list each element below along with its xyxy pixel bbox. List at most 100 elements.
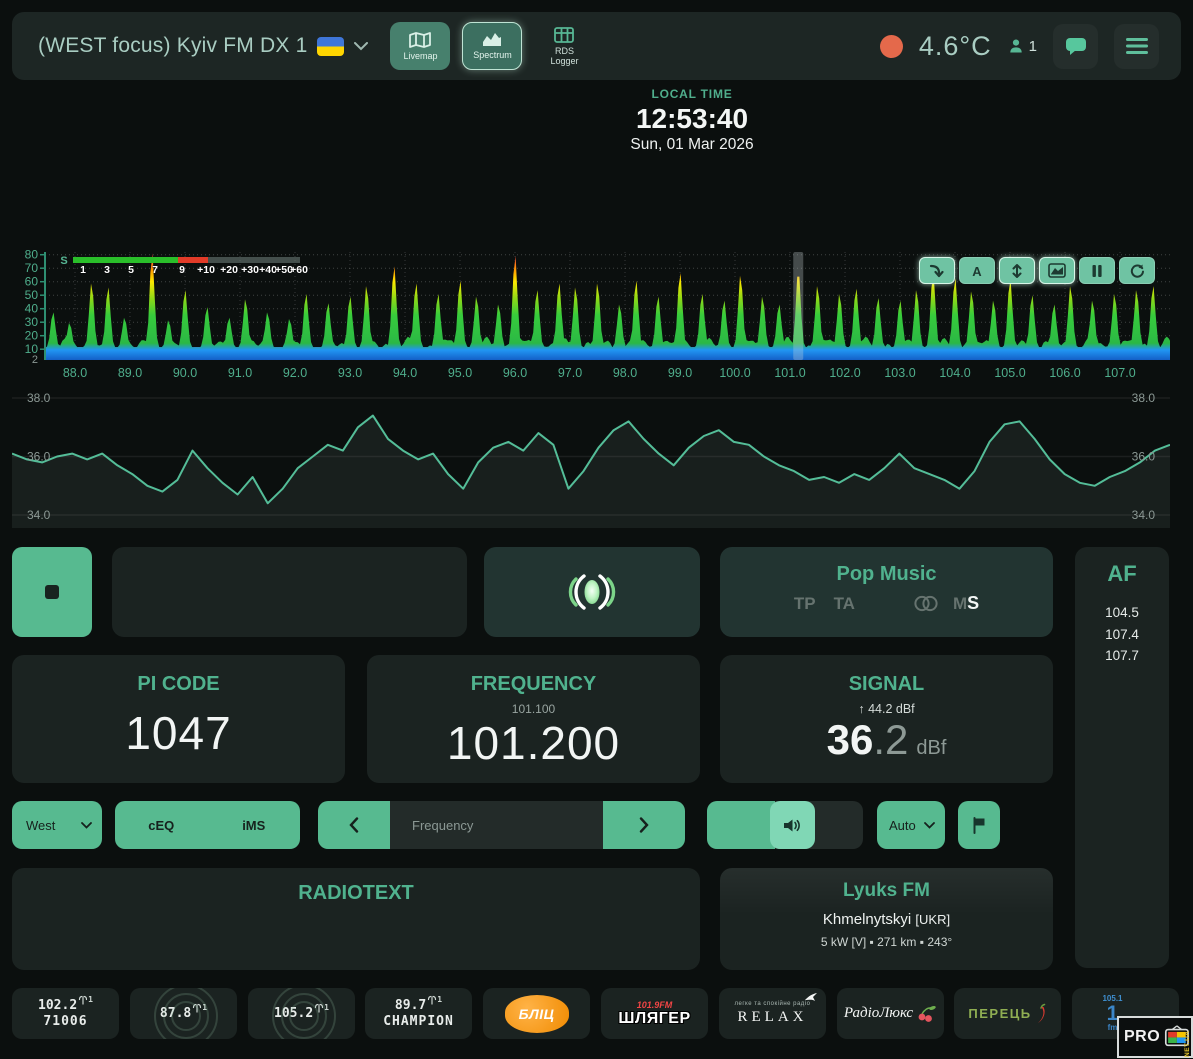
frequency-card: FREQUENCY 101.100 101.200 (367, 655, 700, 783)
main-nav: Livemap Spectrum RDS Logger (390, 22, 594, 70)
clock-date: Sun, 01 Mar 2026 (542, 136, 842, 154)
temperature-readout: 4.6°C (919, 31, 992, 62)
radiotext-title: RADIOTEXT (12, 882, 700, 905)
fmdx-webserver-page: (WEST focus) Kyiv FM DX 1 Livemap Spectr… (0, 0, 1193, 1059)
preset-station-button-blits[interactable]: БЛІЦ (483, 988, 590, 1039)
svg-text:36.0: 36.0 (27, 450, 51, 464)
svg-text:S: S (60, 255, 67, 267)
svg-text:+60: +60 (290, 264, 308, 276)
svg-text:7: 7 (152, 264, 158, 276)
antenna-select-value: West (26, 818, 55, 833)
signal-title: SIGNAL (720, 673, 1053, 696)
protv-text: PRO (1124, 1028, 1160, 1046)
svg-text:+30: +30 (241, 264, 259, 276)
preset-station-button-relax[interactable]: легке та спокійне радіо RELAX (719, 988, 826, 1039)
antenna-icon (192, 1003, 202, 1013)
svg-text:94.0: 94.0 (393, 366, 417, 380)
relax-logo: RELAX (738, 1009, 808, 1026)
spectrum-button[interactable]: Spectrum (462, 22, 522, 70)
preset-station-button-lux[interactable]: РадіоЛюкс (837, 988, 944, 1039)
spectrum-snap-down-button[interactable] (919, 257, 955, 284)
frequency-title: FREQUENCY (367, 673, 700, 696)
chat-button[interactable] (1053, 24, 1098, 69)
chevron-down-icon (354, 42, 368, 51)
clock-label: LOCAL TIME (542, 87, 842, 101)
chat-icon (1065, 37, 1087, 56)
svg-text:95.0: 95.0 (448, 366, 472, 380)
rds-logger-button[interactable]: RDS Logger (534, 22, 594, 70)
station-country: [UKR] (915, 912, 950, 927)
chevron-down-icon (81, 822, 92, 829)
svg-text:99.0: 99.0 (668, 366, 692, 380)
menu-button[interactable] (1114, 24, 1159, 69)
tp-flag: TP (794, 594, 816, 614)
server-title: (WEST focus) Kyiv FM DX 1 (38, 34, 307, 58)
preset-station-button[interactable]: 87.81 (130, 988, 237, 1039)
svg-text:107.0: 107.0 (1104, 366, 1135, 380)
svg-text:2: 2 (32, 354, 38, 366)
scan-mode-select[interactable]: Auto (877, 801, 945, 849)
svg-text:34.0: 34.0 (1132, 508, 1156, 522)
rds-logger-label: RDS Logger (540, 46, 588, 66)
svg-text:70: 70 (25, 261, 39, 275)
spectrum-refresh-button[interactable] (1119, 257, 1155, 284)
svg-text:96.0: 96.0 (503, 366, 527, 380)
preset-station-button-perets[interactable]: ПЕРЕЦЬ (954, 988, 1061, 1039)
frequency-value: 101.200 (367, 716, 700, 770)
spectrum-auto-button[interactable]: A (959, 257, 995, 284)
preset-station-button[interactable]: 105.21 (248, 988, 355, 1039)
pi-code-card: PI CODE 1047 (12, 655, 345, 783)
protv-watermark: PRO NET.UA (1117, 1016, 1193, 1058)
stop-icon (45, 585, 59, 599)
svg-text:80: 80 (25, 248, 39, 262)
tune-up-button[interactable] (603, 801, 685, 849)
top-bar: (WEST focus) Kyiv FM DX 1 Livemap Spectr… (12, 12, 1181, 80)
svg-text:102.0: 102.0 (829, 366, 860, 380)
svg-text:93.0: 93.0 (338, 366, 362, 380)
bookmark-flag-button[interactable] (958, 801, 1000, 849)
chili-pepper-icon (1035, 1003, 1047, 1025)
spectrum-toolbar: A (919, 257, 1155, 284)
preset-station-button[interactable]: 89.71 CHAMPION (365, 988, 472, 1039)
spectrum-graph-style-button[interactable] (1039, 257, 1075, 284)
radiotext-panel: RADIOTEXT (12, 868, 700, 970)
chevron-down-icon (924, 822, 935, 829)
audio-stop-button[interactable] (12, 547, 92, 637)
ims-toggle[interactable]: iMS (208, 801, 301, 849)
spectrum-pause-button[interactable] (1079, 257, 1115, 284)
clock-time: 12:53:40 (542, 103, 842, 135)
svg-text:90.0: 90.0 (173, 366, 197, 380)
af-frequency: 107.7 (1075, 645, 1169, 667)
tune-down-button[interactable] (318, 801, 390, 849)
svg-text:88.0: 88.0 (63, 366, 87, 380)
server-selector[interactable]: (WEST focus) Kyiv FM DX 1 (38, 34, 368, 58)
radio-lux-logo: РадіоЛюкс (844, 1005, 913, 1022)
preset-station-button[interactable]: 102.21 71006 (12, 988, 119, 1039)
svg-text:38.0: 38.0 (27, 391, 51, 405)
volume-slider[interactable] (707, 801, 863, 849)
local-clock: LOCAL TIME 12:53:40 Sun, 01 Mar 2026 (542, 87, 842, 154)
livemap-button[interactable]: Livemap (390, 22, 450, 70)
signal-value: 36.2dBf (720, 716, 1053, 764)
svg-text:20: 20 (25, 329, 39, 343)
signal-unit: dBf (916, 737, 946, 759)
frequency-input[interactable] (390, 801, 603, 849)
blits-logo: БЛІЦ (505, 995, 569, 1033)
pause-icon (1090, 264, 1104, 278)
af-title: AF (1075, 547, 1169, 587)
pty-label: Pop Music (720, 563, 1053, 586)
svg-text:38.0: 38.0 (1132, 391, 1156, 405)
svg-text:97.0: 97.0 (558, 366, 582, 380)
ceq-toggle[interactable]: cEQ (115, 801, 208, 849)
chart-area-icon (1048, 263, 1066, 278)
map-icon (409, 32, 431, 48)
antenna-select[interactable]: West (12, 801, 102, 849)
svg-text:50: 50 (25, 288, 39, 302)
station-location: Khmelnytskyi [UKR] (720, 911, 1053, 928)
volume-handle[interactable] (770, 801, 815, 849)
preset-station-button-shlyager[interactable]: 101.9FM ШЛЯГЕР (601, 988, 708, 1039)
livemap-label: Livemap (403, 51, 437, 61)
svg-text:3: 3 (104, 264, 110, 276)
spectrum-vertical-scale-button[interactable] (999, 257, 1035, 284)
listener-counter: 1 (1008, 38, 1037, 55)
